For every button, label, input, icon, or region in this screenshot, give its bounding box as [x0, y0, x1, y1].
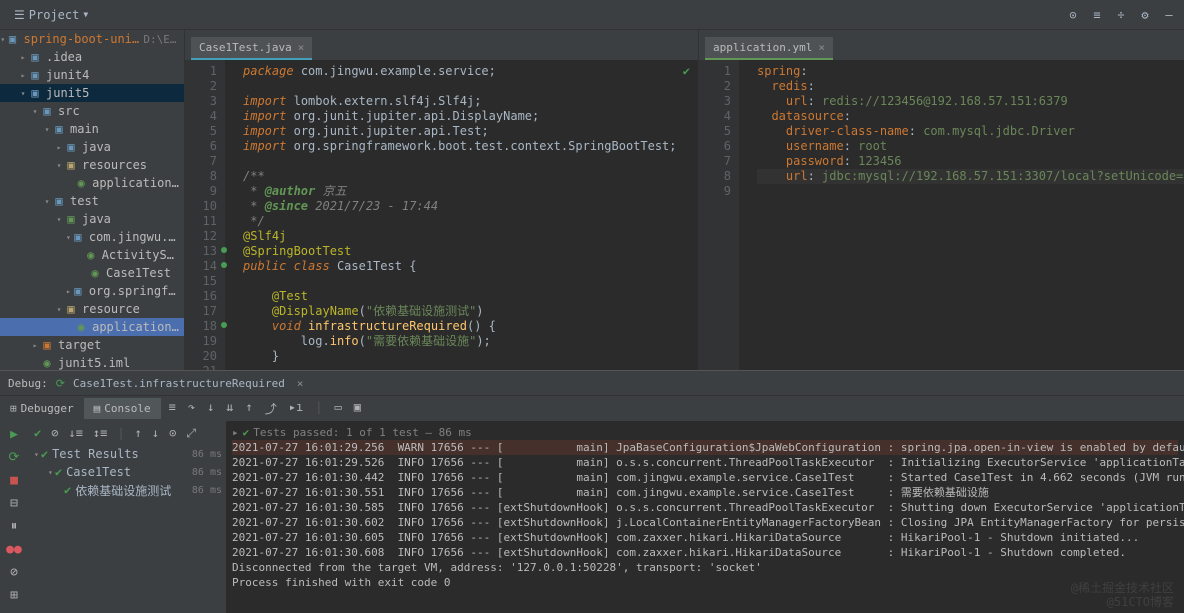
rerun-icon[interactable]: ▶ — [6, 427, 22, 442]
mute-breakpoints-icon[interactable]: ⊘ — [6, 565, 22, 580]
run-config-name: Case1Test.infrastructureRequired — [73, 377, 285, 390]
tree-root[interactable]: ▾▣ spring-boot-unit-test-example D:\Exam… — [0, 30, 184, 48]
expand-icon[interactable]: ≡ — [1090, 8, 1104, 22]
log-line: Process finished with exit code 0 — [232, 575, 1178, 590]
right-editor: application.yml × 123456789 spring: redi… — [699, 30, 1184, 370]
debug-panel: Debug: ⟳ Case1Test.infrastructureRequire… — [0, 370, 1184, 613]
watermark: @稀土掘金技术社区 @51CTO博客 — [1071, 581, 1174, 609]
sort-icon[interactable]: ↓≡ — [68, 426, 82, 440]
step-out-icon[interactable]: ↑ — [246, 400, 253, 417]
trace-icon[interactable]: ▣ — [354, 400, 361, 417]
tree-item[interactable]: ◉Case1Test — [0, 264, 184, 282]
tab-application-yml[interactable]: application.yml × — [705, 37, 833, 60]
tree-item[interactable]: ▾▣resource — [0, 300, 184, 318]
show-ignored-icon[interactable]: ⊘ — [51, 426, 58, 440]
log-line: 2021-07-27 16:01:30.602 INFO 17656 --- [… — [232, 515, 1178, 530]
project-label: Project — [29, 8, 80, 22]
log-line: 2021-07-27 16:01:30.585 INFO 17656 --- [… — [232, 500, 1178, 515]
test-result-row[interactable]: ✔依赖基础设施测试86 ms — [28, 481, 226, 499]
top-toolbar: ☰ Project ▼ ⊙ ≡ ÷ ⚙ — — [0, 0, 1184, 30]
step-over-icon[interactable]: ↷ — [188, 400, 195, 417]
gear-icon[interactable]: ⚙ — [1138, 8, 1152, 22]
tab-case1test[interactable]: Case1Test.java × — [191, 37, 312, 60]
step-into-icon[interactable]: ↓ — [207, 400, 214, 417]
tree-item[interactable]: ▸▣.idea — [0, 48, 184, 66]
tab-console[interactable]: ▤ Console — [84, 398, 161, 419]
line-gutter: 123456789 — [699, 60, 739, 370]
project-tree[interactable]: ▾▣ spring-boot-unit-test-example D:\Exam… — [0, 30, 185, 370]
drop-frame-icon[interactable]: ⤴ — [265, 400, 277, 417]
down-icon[interactable]: ↓ — [152, 426, 159, 440]
pause-icon[interactable]: ⏸ — [6, 519, 22, 534]
show-passed-icon[interactable]: ✔ — [34, 426, 41, 440]
tree-item[interactable]: ▾▣com.jingwu.example.service — [0, 228, 184, 246]
close-icon[interactable]: × — [297, 377, 304, 390]
log-line: 2021-07-27 16:01:29.526 INFO 17656 --- [… — [232, 455, 1178, 470]
minimize-icon[interactable]: — — [1162, 8, 1176, 22]
tree-item[interactable]: ◉application.yml — [0, 318, 184, 336]
tree-item[interactable]: ▾▣java — [0, 210, 184, 228]
tree-item[interactable]: ▸▣target — [0, 336, 184, 354]
log-line: 2021-07-27 16:01:30.442 INFO 17656 --- [… — [232, 470, 1178, 485]
sort2-icon[interactable]: ↕≡ — [93, 426, 107, 440]
import-icon[interactable]: ⤢ — [186, 426, 196, 441]
test-tree: ✔ ⊘ ↓≡ ↕≡ | ↑ ↓ ⊙ ⤢ ▾✔Test Results86 ms▾… — [28, 421, 226, 613]
editor-tabs-right: application.yml × — [699, 30, 1184, 60]
force-step-icon[interactable]: ⇊ — [226, 400, 233, 417]
log-line: 2021-07-27 16:01:30.608 INFO 17656 --- [… — [232, 545, 1178, 560]
tree-item[interactable]: ▸▣junit4 — [0, 66, 184, 84]
chevron-down-icon: ▼ — [83, 10, 88, 19]
editor-tabs: Case1Test.java × — [185, 30, 698, 60]
resume-icon[interactable]: ⊟ — [6, 496, 22, 511]
collapse-icon[interactable]: ÷ — [1114, 8, 1128, 22]
target-icon[interactable]: ⊙ — [1066, 8, 1080, 22]
bug-icon: ⊞ — [10, 402, 17, 415]
stop-icon[interactable]: ■ — [6, 473, 22, 488]
rerun-tests-icon[interactable]: ⟳ — [6, 450, 22, 465]
expand-icon[interactable]: ▸ — [232, 425, 239, 440]
project-icon: ☰ — [14, 8, 25, 22]
log-line: 2021-07-27 16:01:30.605 INFO 17656 --- [… — [232, 530, 1178, 545]
tree-item[interactable]: ▾▣resources — [0, 156, 184, 174]
console-output[interactable]: ▸ ✔ Tests passed: 1 of 1 test – 86 ms 20… — [226, 421, 1184, 613]
layout-icon[interactable]: ≡ — [169, 400, 176, 417]
debug-title: Debug: — [8, 377, 48, 390]
tree-item[interactable]: ▾▣test — [0, 192, 184, 210]
run-config-icon: ⟳ — [56, 377, 65, 390]
project-dropdown[interactable]: ☰ Project ▼ — [8, 6, 94, 24]
tree-item[interactable]: ◉application.yml — [0, 174, 184, 192]
console-icon: ▤ — [94, 402, 101, 415]
run-cursor-icon[interactable]: ▸ı — [289, 400, 303, 417]
log-line: 2021-07-27 16:01:30.551 INFO 17656 --- [… — [232, 485, 1178, 500]
log-line: Disconnected from the target VM, address… — [232, 560, 1178, 575]
close-icon[interactable]: × — [818, 41, 825, 54]
code-area[interactable]: package com.jingwu.example.service;✔impo… — [225, 60, 698, 370]
tree-item[interactable]: ▾▣src — [0, 102, 184, 120]
tree-item[interactable]: ▸▣org.springframework.data.re — [0, 282, 184, 300]
tab-debugger[interactable]: ⊞ Debugger — [0, 398, 84, 419]
code-area[interactable]: spring: redis: url: redis://123456@192.1… — [739, 60, 1184, 370]
history-icon[interactable]: ⊞ — [6, 588, 22, 603]
evaluate-icon[interactable]: ▭ — [334, 400, 341, 417]
close-icon[interactable]: × — [298, 41, 305, 54]
tree-item[interactable]: ▸▣java — [0, 138, 184, 156]
tree-item[interactable]: ▾▣main — [0, 120, 184, 138]
tree-item[interactable]: ◉ActivityServiceTest — [0, 246, 184, 264]
line-gutter: 1234567891011121314151617181920212223 — [185, 60, 225, 370]
test-result-row[interactable]: ▾✔Case1Test86 ms — [28, 463, 226, 481]
debug-side-toolbar: ▶ ⟳ ■ ⊟ ⏸ ●● ⊘ ⊞ ⊡ ◎ ⚙ » — [0, 421, 28, 613]
check-icon: ✔ — [243, 425, 250, 440]
test-result-row[interactable]: ▾✔Test Results86 ms — [28, 445, 226, 463]
log-line: 2021-07-27 16:01:29.256 WARN 17656 --- [… — [232, 440, 1178, 455]
view-breakpoints-icon[interactable]: ●● — [6, 542, 22, 557]
up-icon[interactable]: ↑ — [135, 426, 142, 440]
tree-item[interactable]: ◉junit5.iml — [0, 354, 184, 370]
export-icon[interactable]: ⊙ — [169, 426, 176, 440]
left-editor: Case1Test.java × 12345678910111213141516… — [185, 30, 699, 370]
tests-summary: Tests passed: 1 of 1 test – 86 ms — [253, 425, 472, 440]
tree-item[interactable]: ▾▣junit5 — [0, 84, 184, 102]
